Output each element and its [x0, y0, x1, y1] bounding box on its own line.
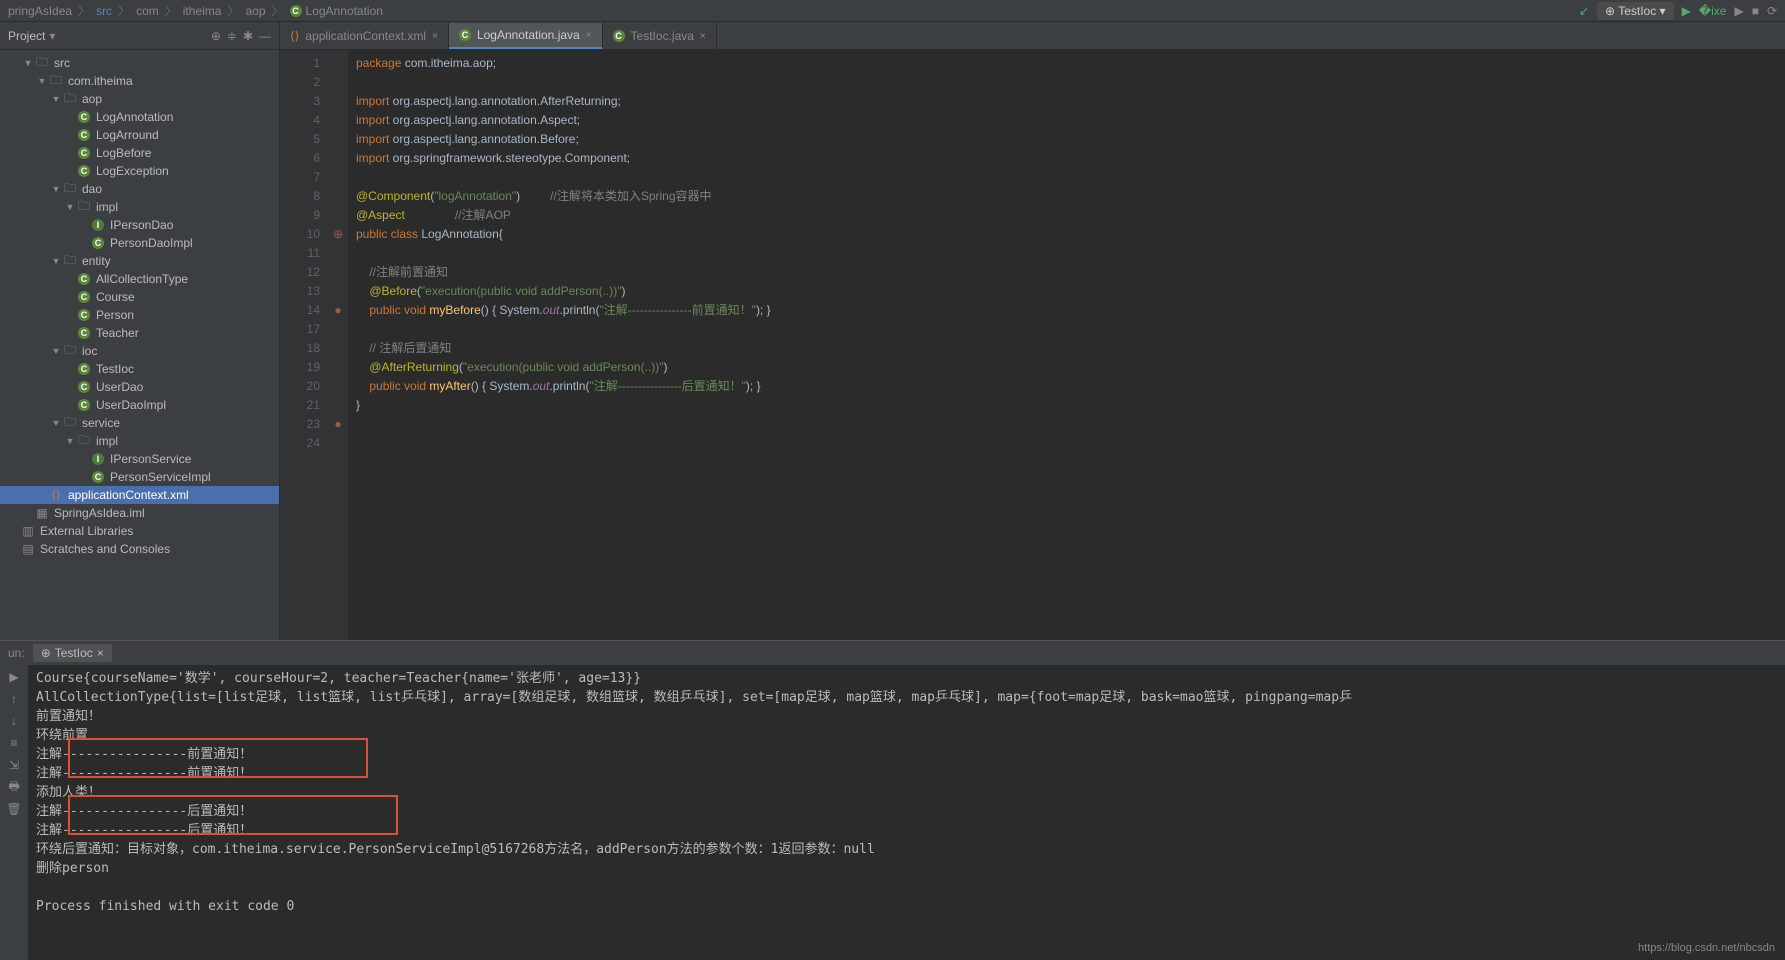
sync-icon[interactable]: ↙: [1579, 4, 1589, 18]
tree-item[interactable]: ▼🗀impl: [0, 432, 279, 450]
project-panel: Project ▾ ⊕ ≑ ✱ — ▼🗀src▼🗀com.itheima▼🗀ao…: [0, 22, 280, 640]
tree-item[interactable]: CTestIoc: [0, 360, 279, 378]
run-panel: un: ⊕ TestIoc × ▶ ↑ ↓ ≡ ⇲ 🖶 🗑 Course{cou…: [0, 640, 1785, 960]
tree-item[interactable]: CUserDaoImpl: [0, 396, 279, 414]
code-editor[interactable]: package com.itheima.aop; import org.aspe…: [348, 50, 1785, 640]
tree-item[interactable]: CAllCollectionType: [0, 270, 279, 288]
tree-item[interactable]: ▥External Libraries: [0, 522, 279, 540]
project-title[interactable]: Project: [8, 29, 45, 43]
run-button[interactable]: ▶: [1682, 4, 1691, 18]
breadcrumb: pringAsIdea〉 src〉 com〉 itheima〉 aop〉 C L…: [0, 0, 1785, 22]
tree-item[interactable]: IIPersonService: [0, 450, 279, 468]
bc-3[interactable]: itheima: [183, 4, 222, 18]
run-coverage-button[interactable]: ▶: [1734, 4, 1743, 18]
line-gutter: 123456789101112131417181920212324: [280, 50, 328, 640]
rerun-icon[interactable]: ▶: [6, 669, 22, 685]
stop-icon[interactable]: ↑: [6, 691, 22, 707]
bc-5[interactable]: LogAnnotation: [306, 4, 383, 18]
more-button[interactable]: ⟳: [1767, 4, 1777, 18]
tree-item[interactable]: CLogArround: [0, 126, 279, 144]
trash-icon[interactable]: 🗑: [6, 801, 22, 817]
tree-item[interactable]: ▼🗀src: [0, 54, 279, 72]
editor-tab[interactable]: CTestIoc.java×: [603, 23, 717, 49]
tree-item[interactable]: ▤Scratches and Consoles: [0, 540, 279, 558]
hide-icon[interactable]: —: [259, 29, 271, 43]
run-label: un:: [8, 646, 25, 660]
close-icon[interactable]: ×: [586, 30, 592, 41]
class-icon: C: [290, 5, 302, 17]
tree-item[interactable]: CCourse: [0, 288, 279, 306]
editor-area: ⟨⟩applicationContext.xml×CLogAnnotation.…: [280, 22, 1785, 640]
highlight-box-2: [68, 795, 398, 835]
tree-item[interactable]: ▼🗀entity: [0, 252, 279, 270]
console-output[interactable]: Course{courseName='数学', courseHour=2, te…: [28, 665, 1785, 960]
tree-item[interactable]: CLogException: [0, 162, 279, 180]
tree-item[interactable]: ▦SpringAsIdea.iml: [0, 504, 279, 522]
project-tree[interactable]: ▼🗀src▼🗀com.itheima▼🗀aopCLogAnnotationCLo…: [0, 50, 279, 640]
tree-item[interactable]: ▼🗀ioc: [0, 342, 279, 360]
run-tab[interactable]: ⊕ TestIoc ×: [33, 644, 112, 662]
tree-item[interactable]: ▼🗀dao: [0, 180, 279, 198]
bc-2[interactable]: com: [136, 4, 159, 18]
tree-item[interactable]: CTeacher: [0, 324, 279, 342]
tree-item[interactable]: ▼🗀aop: [0, 90, 279, 108]
expand-all-icon[interactable]: ≑: [227, 29, 237, 43]
close-icon[interactable]: ×: [700, 31, 706, 42]
highlight-box-1: [68, 738, 368, 778]
footer-link: https://blog.csdn.net/nbcsdn: [1638, 942, 1775, 954]
tree-item[interactable]: ⟨⟩applicationContext.xml: [0, 486, 279, 504]
close-icon[interactable]: ×: [432, 31, 438, 42]
tree-item[interactable]: CPerson: [0, 306, 279, 324]
run-config-dropdown[interactable]: ⊕ TestIoc ▾: [1597, 2, 1674, 20]
debug-button[interactable]: �ixe: [1699, 4, 1727, 18]
soft-wrap-icon[interactable]: ≡: [6, 735, 22, 751]
tree-item[interactable]: IIPersonDao: [0, 216, 279, 234]
scroll-icon[interactable]: ⇲: [6, 757, 22, 773]
select-opened-icon[interactable]: ⊕: [211, 29, 221, 43]
tree-item[interactable]: CLogAnnotation: [0, 108, 279, 126]
tree-item[interactable]: ▼🗀com.itheima: [0, 72, 279, 90]
tree-item[interactable]: ▼🗀service: [0, 414, 279, 432]
bc-0[interactable]: pringAsIdea: [8, 4, 72, 18]
print-icon[interactable]: 🖶: [6, 779, 22, 795]
bc-1[interactable]: src: [96, 4, 112, 18]
down-icon[interactable]: ↓: [6, 713, 22, 729]
tree-item[interactable]: CPersonDaoImpl: [0, 234, 279, 252]
tree-item[interactable]: ▼🗀impl: [0, 198, 279, 216]
editor-tabs: ⟨⟩applicationContext.xml×CLogAnnotation.…: [280, 22, 1785, 50]
tree-item[interactable]: CLogBefore: [0, 144, 279, 162]
editor-tab[interactable]: ⟨⟩applicationContext.xml×: [280, 23, 449, 49]
gutter-icons: ⊕●●: [328, 50, 348, 640]
tree-item[interactable]: CUserDao: [0, 378, 279, 396]
collapse-icon[interactable]: ✱: [243, 29, 253, 43]
tree-item[interactable]: CPersonServiceImpl: [0, 468, 279, 486]
stop-button[interactable]: ■: [1752, 4, 1759, 18]
editor-tab[interactable]: CLogAnnotation.java×: [449, 23, 603, 49]
bc-4[interactable]: aop: [245, 4, 265, 18]
